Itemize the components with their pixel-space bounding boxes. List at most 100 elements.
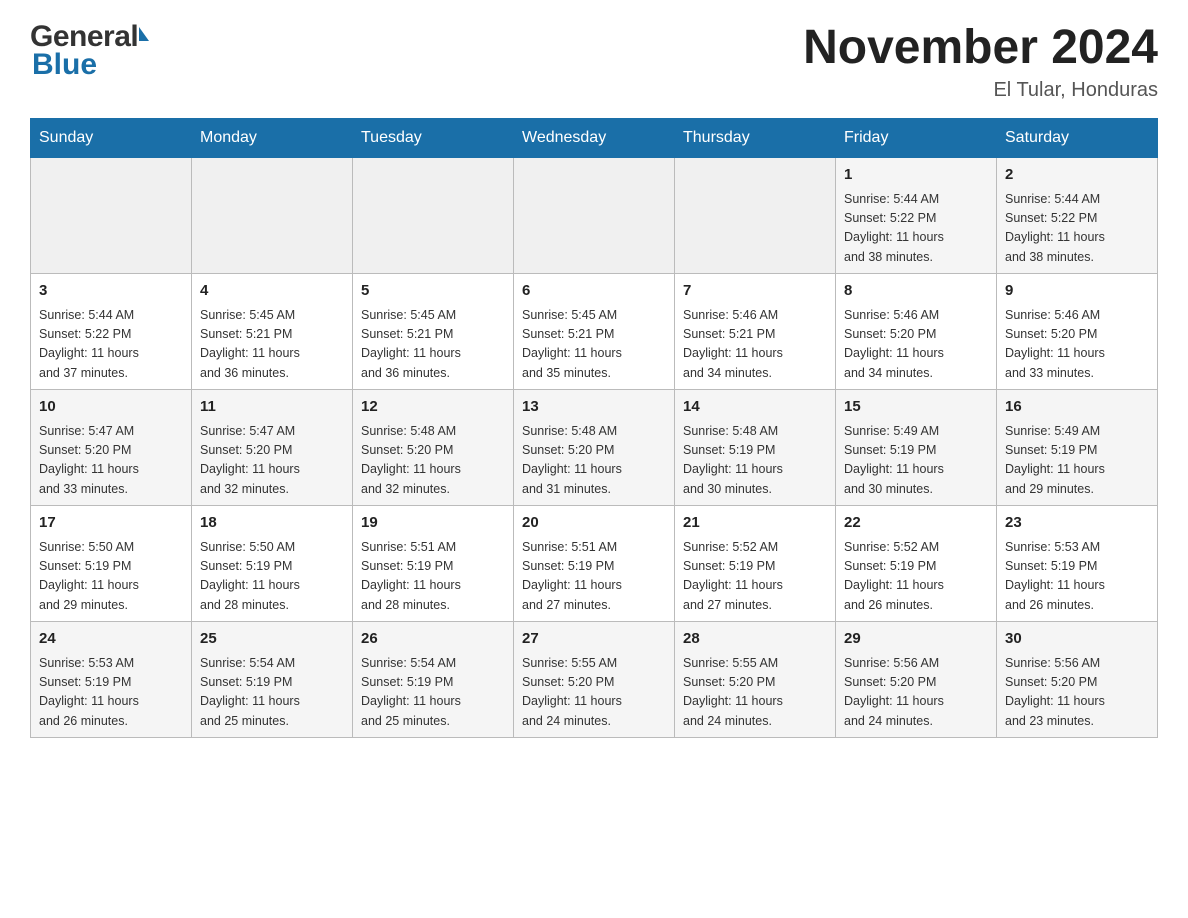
day-number: 22 bbox=[844, 512, 988, 535]
calendar-cell: 19Sunrise: 5:51 AMSunset: 5:19 PMDayligh… bbox=[353, 506, 514, 622]
day-info: Sunrise: 5:44 AMSunset: 5:22 PMDaylight:… bbox=[844, 190, 988, 268]
day-number: 5 bbox=[361, 280, 505, 303]
calendar-cell: 6Sunrise: 5:45 AMSunset: 5:21 PMDaylight… bbox=[514, 274, 675, 390]
day-info: Sunrise: 5:46 AMSunset: 5:21 PMDaylight:… bbox=[683, 306, 827, 384]
weekday-header-tuesday: Tuesday bbox=[353, 119, 514, 158]
day-number: 15 bbox=[844, 396, 988, 419]
calendar-week-row: 3 Sunrise: 5:44 AMSunset: 5:22 PMDaylight… bbox=[31, 274, 1158, 390]
calendar-header: SundayMondayTuesdayWednesdayThursdayFrid… bbox=[31, 119, 1158, 158]
calendar-title: November 2024 bbox=[803, 20, 1158, 75]
day-info: Sunrise: 5:44 AMSunset: 5:22 PMDaylight:… bbox=[39, 306, 183, 384]
day-number: 30 bbox=[1005, 628, 1149, 651]
calendar-week-row: 17 Sunrise: 5:50 AMSunset: 5:19 PMDayligh… bbox=[31, 506, 1158, 622]
day-number: 3 bbox=[39, 280, 183, 303]
day-number: 1 bbox=[844, 164, 988, 187]
day-info: Sunrise: 5:51 AMSunset: 5:19 PMDaylight:… bbox=[361, 538, 505, 616]
day-info: Sunrise: 5:44 AMSunset: 5:22 PMDaylight:… bbox=[1005, 190, 1149, 268]
calendar-cell: 7 Sunrise: 5:46 AMSunset: 5:21 PMDaylight… bbox=[675, 274, 836, 390]
day-info: Sunrise: 5:54 AMSunset: 5:19 PMDaylight:… bbox=[361, 654, 505, 732]
calendar-cell: 27 Sunrise: 5:55 AMSunset: 5:20 PMDayligh… bbox=[514, 622, 675, 738]
day-number: 6 bbox=[522, 280, 666, 303]
day-info: Sunrise: 5:52 AMSunset: 5:19 PMDaylight:… bbox=[683, 538, 827, 616]
day-number: 9 bbox=[1005, 280, 1149, 303]
day-info: Sunrise: 5:49 AMSunset: 5:19 PMDaylight:… bbox=[844, 422, 988, 500]
calendar-cell: 5 Sunrise: 5:45 AMSunset: 5:21 PMDaylight… bbox=[353, 274, 514, 390]
day-number: 17 bbox=[39, 512, 183, 535]
day-number: 7 bbox=[683, 280, 827, 303]
day-number: 10 bbox=[39, 396, 183, 419]
calendar-week-row: 24 Sunrise: 5:53 AMSunset: 5:19 PMDayligh… bbox=[31, 622, 1158, 738]
day-number: 2 bbox=[1005, 164, 1149, 187]
logo: General Blue bbox=[30, 20, 149, 82]
day-info: Sunrise: 5:50 AMSunset: 5:19 PMDaylight:… bbox=[39, 538, 183, 616]
calendar-week-row: 10 Sunrise: 5:47 AMSunset: 5:20 PMDayligh… bbox=[31, 390, 1158, 506]
calendar-cell: 12 Sunrise: 5:48 AMSunset: 5:20 PMDayligh… bbox=[353, 390, 514, 506]
calendar-cell: 11 Sunrise: 5:47 AMSunset: 5:20 PMDayligh… bbox=[192, 390, 353, 506]
calendar-subtitle: El Tular, Honduras bbox=[803, 79, 1158, 102]
calendar-table: SundayMondayTuesdayWednesdayThursdayFrid… bbox=[30, 118, 1158, 738]
weekday-header-thursday: Thursday bbox=[675, 119, 836, 158]
page-header: General Blue November 2024 El Tular, Hon… bbox=[30, 20, 1158, 102]
calendar-cell: 4 Sunrise: 5:45 AMSunset: 5:21 PMDaylight… bbox=[192, 274, 353, 390]
day-info: Sunrise: 5:50 AMSunset: 5:19 PMDaylight:… bbox=[200, 538, 344, 616]
calendar-cell: 8 Sunrise: 5:46 AMSunset: 5:20 PMDaylight… bbox=[836, 274, 997, 390]
calendar-cell: 1 Sunrise: 5:44 AMSunset: 5:22 PMDaylight… bbox=[836, 158, 997, 274]
logo-blue-text: Blue bbox=[30, 48, 97, 82]
day-number: 21 bbox=[683, 512, 827, 535]
weekday-header-friday: Friday bbox=[836, 119, 997, 158]
calendar-cell: 10 Sunrise: 5:47 AMSunset: 5:20 PMDayligh… bbox=[31, 390, 192, 506]
calendar-cell: 17 Sunrise: 5:50 AMSunset: 5:19 PMDayligh… bbox=[31, 506, 192, 622]
day-number: 27 bbox=[522, 628, 666, 651]
calendar-body: 1 Sunrise: 5:44 AMSunset: 5:22 PMDaylight… bbox=[31, 158, 1158, 738]
calendar-cell bbox=[675, 158, 836, 274]
day-number: 14 bbox=[683, 396, 827, 419]
day-info: Sunrise: 5:48 AMSunset: 5:20 PMDaylight:… bbox=[361, 422, 505, 500]
day-number: 23 bbox=[1005, 512, 1149, 535]
day-info: Sunrise: 5:46 AMSunset: 5:20 PMDaylight:… bbox=[844, 306, 988, 384]
weekday-header-saturday: Saturday bbox=[997, 119, 1158, 158]
day-info: Sunrise: 5:53 AMSunset: 5:19 PMDaylight:… bbox=[39, 654, 183, 732]
day-number: 20 bbox=[522, 512, 666, 535]
calendar-cell: 2 Sunrise: 5:44 AMSunset: 5:22 PMDaylight… bbox=[997, 158, 1158, 274]
calendar-cell: 20 Sunrise: 5:51 AMSunset: 5:19 PMDayligh… bbox=[514, 506, 675, 622]
day-number: 11 bbox=[200, 396, 344, 419]
calendar-cell: 14 Sunrise: 5:48 AMSunset: 5:19 PMDayligh… bbox=[675, 390, 836, 506]
day-info: Sunrise: 5:48 AMSunset: 5:19 PMDaylight:… bbox=[683, 422, 827, 500]
calendar-cell: 22Sunrise: 5:52 AMSunset: 5:19 PMDayligh… bbox=[836, 506, 997, 622]
calendar-cell: 21 Sunrise: 5:52 AMSunset: 5:19 PMDayligh… bbox=[675, 506, 836, 622]
day-info: Sunrise: 5:47 AMSunset: 5:20 PMDaylight:… bbox=[200, 422, 344, 500]
calendar-cell: 13Sunrise: 5:48 AMSunset: 5:20 PMDayligh… bbox=[514, 390, 675, 506]
calendar-cell bbox=[353, 158, 514, 274]
calendar-cell: 18 Sunrise: 5:50 AMSunset: 5:19 PMDayligh… bbox=[192, 506, 353, 622]
day-number: 4 bbox=[200, 280, 344, 303]
calendar-cell: 16 Sunrise: 5:49 AMSunset: 5:19 PMDayligh… bbox=[997, 390, 1158, 506]
weekday-header-wednesday: Wednesday bbox=[514, 119, 675, 158]
weekday-header-row: SundayMondayTuesdayWednesdayThursdayFrid… bbox=[31, 119, 1158, 158]
day-number: 29 bbox=[844, 628, 988, 651]
day-number: 24 bbox=[39, 628, 183, 651]
day-info: Sunrise: 5:47 AMSunset: 5:20 PMDaylight:… bbox=[39, 422, 183, 500]
day-number: 12 bbox=[361, 396, 505, 419]
day-info: Sunrise: 5:55 AMSunset: 5:20 PMDaylight:… bbox=[683, 654, 827, 732]
weekday-header-monday: Monday bbox=[192, 119, 353, 158]
calendar-week-row: 1 Sunrise: 5:44 AMSunset: 5:22 PMDaylight… bbox=[31, 158, 1158, 274]
calendar-cell: 25Sunrise: 5:54 AMSunset: 5:19 PMDayligh… bbox=[192, 622, 353, 738]
day-number: 16 bbox=[1005, 396, 1149, 419]
day-info: Sunrise: 5:49 AMSunset: 5:19 PMDaylight:… bbox=[1005, 422, 1149, 500]
day-info: Sunrise: 5:45 AMSunset: 5:21 PMDaylight:… bbox=[361, 306, 505, 384]
calendar-cell: 3 Sunrise: 5:44 AMSunset: 5:22 PMDaylight… bbox=[31, 274, 192, 390]
day-number: 8 bbox=[844, 280, 988, 303]
calendar-cell: 30Sunrise: 5:56 AMSunset: 5:20 PMDayligh… bbox=[997, 622, 1158, 738]
day-number: 28 bbox=[683, 628, 827, 651]
day-info: Sunrise: 5:53 AMSunset: 5:19 PMDaylight:… bbox=[1005, 538, 1149, 616]
day-info: Sunrise: 5:51 AMSunset: 5:19 PMDaylight:… bbox=[522, 538, 666, 616]
day-info: Sunrise: 5:45 AMSunset: 5:21 PMDaylight:… bbox=[200, 306, 344, 384]
day-number: 18 bbox=[200, 512, 344, 535]
day-info: Sunrise: 5:56 AMSunset: 5:20 PMDaylight:… bbox=[844, 654, 988, 732]
calendar-cell bbox=[514, 158, 675, 274]
title-block: November 2024 El Tular, Honduras bbox=[803, 20, 1158, 102]
calendar-cell: 15 Sunrise: 5:49 AMSunset: 5:19 PMDayligh… bbox=[836, 390, 997, 506]
day-info: Sunrise: 5:54 AMSunset: 5:19 PMDaylight:… bbox=[200, 654, 344, 732]
day-number: 26 bbox=[361, 628, 505, 651]
day-info: Sunrise: 5:55 AMSunset: 5:20 PMDaylight:… bbox=[522, 654, 666, 732]
